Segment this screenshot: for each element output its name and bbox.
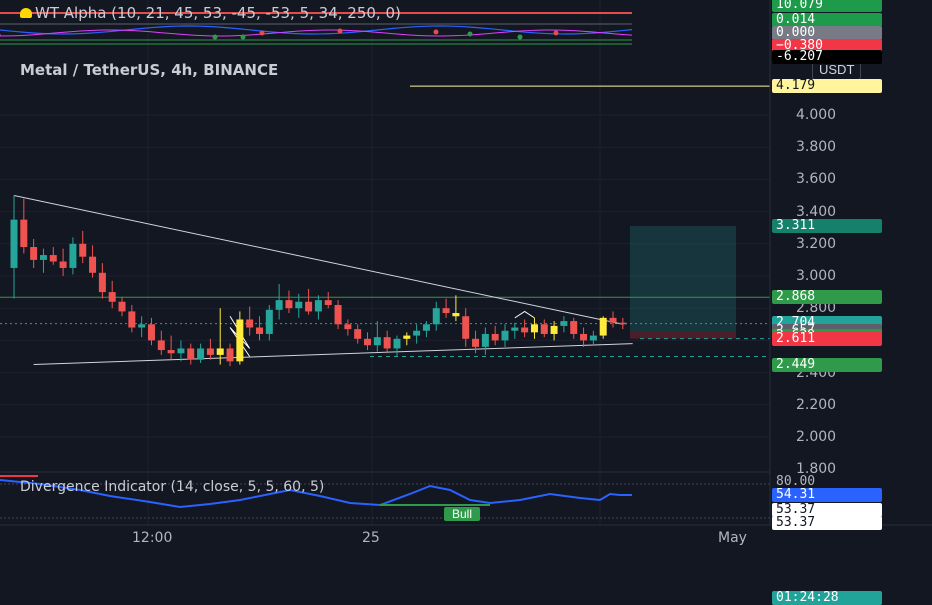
time-tick-1200: 12:00: [132, 530, 173, 546]
candle-body: [187, 348, 195, 360]
candle-body: [373, 337, 381, 346]
candle-body: [530, 324, 538, 333]
candle-body: [570, 321, 578, 334]
price-label: 2.611: [772, 331, 882, 346]
candle-body: [236, 319, 244, 362]
candle-body: [206, 348, 214, 355]
candle-body: [560, 321, 568, 326]
price-tick: 3.000: [796, 268, 837, 284]
candle-body: [501, 330, 509, 341]
candle-body: [226, 348, 234, 362]
candle-body: [49, 255, 57, 262]
candle-body: [256, 327, 263, 334]
price-label: 2.868: [772, 290, 882, 305]
symbol-title[interactable]: Metal / TetherUS, 4h, BINANCE: [20, 61, 278, 79]
candle-body: [334, 304, 342, 325]
candle-body: [275, 300, 283, 310]
candle-body: [580, 333, 588, 341]
price-tick: 3.600: [796, 171, 837, 188]
candle-body: [246, 319, 254, 328]
candle-body: [383, 337, 391, 349]
trendline-1: [33, 343, 633, 366]
candle-body: [442, 308, 450, 314]
price-label: 4.179: [772, 79, 882, 94]
bull-badge: Bull: [444, 507, 481, 521]
candle-body: [452, 313, 460, 317]
pattern-arrow: [514, 310, 535, 319]
candle-body: [89, 256, 97, 273]
candle-body: [619, 322, 627, 325]
candle-body: [147, 324, 155, 341]
candle-body: [344, 324, 352, 330]
candle-body: [511, 327, 519, 331]
divergence-scale-label: 53.37: [772, 516, 882, 530]
candle-body: [472, 338, 480, 347]
candle-body: [491, 333, 499, 341]
candle-body: [314, 300, 322, 312]
divergence-title[interactable]: Divergence Indicator (14, close, 5, 5, 6…: [20, 479, 324, 495]
price-tick: 2.000: [796, 429, 837, 445]
candle-body: [39, 255, 47, 260]
wt-alpha-title[interactable]: WT Alpha (10, 21, 45, 53, -45, -53, 5, 3…: [20, 4, 401, 22]
candle-body: [177, 348, 185, 354]
candle-body: [521, 327, 529, 333]
candle-body: [69, 243, 77, 268]
candle-body: [364, 338, 372, 346]
candle-body: [79, 243, 87, 257]
candle-body: [138, 324, 146, 328]
candle-body: [589, 335, 597, 341]
candle-body: [550, 325, 558, 334]
alert-icon: [20, 8, 32, 18]
candle-body: [265, 309, 273, 334]
candle-body: [462, 316, 470, 339]
candle-body: [157, 340, 165, 351]
price-tick: 3.200: [796, 235, 837, 252]
candle-body: [354, 329, 362, 339]
divergence-scale-label: 54.31: [772, 488, 882, 502]
candle-body: [216, 348, 224, 355]
candle-body: [167, 350, 175, 354]
candle-body: [20, 219, 28, 248]
candle-body: [481, 333, 489, 347]
candle-body: [324, 300, 332, 305]
candle-body: [413, 330, 421, 336]
candle-body: [10, 219, 18, 268]
price-tick: 3.800: [796, 139, 837, 156]
price-label: 01:24:28: [772, 591, 882, 605]
candle-body: [422, 324, 430, 331]
candle-body: [540, 324, 548, 334]
candle-body: [599, 317, 607, 336]
candle-body: [59, 261, 67, 268]
time-tick-25: 25: [362, 530, 380, 546]
candle-body: [393, 338, 401, 349]
price-label: 3.311: [772, 218, 882, 233]
candle-body: [432, 308, 440, 325]
time-tick-may: May: [718, 530, 747, 546]
drawings-layer: [0, 85, 770, 366]
candle-body: [98, 272, 106, 293]
candle-body: [197, 348, 205, 360]
price-label: 2.449: [772, 357, 882, 372]
candle-body: [403, 335, 411, 339]
wt-scale-label: 10.079: [772, 0, 882, 12]
candle-body: [118, 301, 126, 312]
candle-body: [295, 301, 303, 309]
candle-body: [609, 317, 617, 323]
candle-body: [108, 292, 116, 302]
long-position-stop-zone: [630, 331, 736, 339]
long-position-target-zone: [630, 225, 736, 332]
candle-body: [285, 300, 293, 309]
price-tick: 2.200: [796, 396, 837, 413]
candle-body: [30, 247, 38, 260]
wt-scale-label: -6.207: [772, 50, 882, 64]
candle-body: [305, 301, 313, 312]
price-tick: 4.000: [796, 107, 837, 123]
candle-body: [128, 311, 136, 328]
